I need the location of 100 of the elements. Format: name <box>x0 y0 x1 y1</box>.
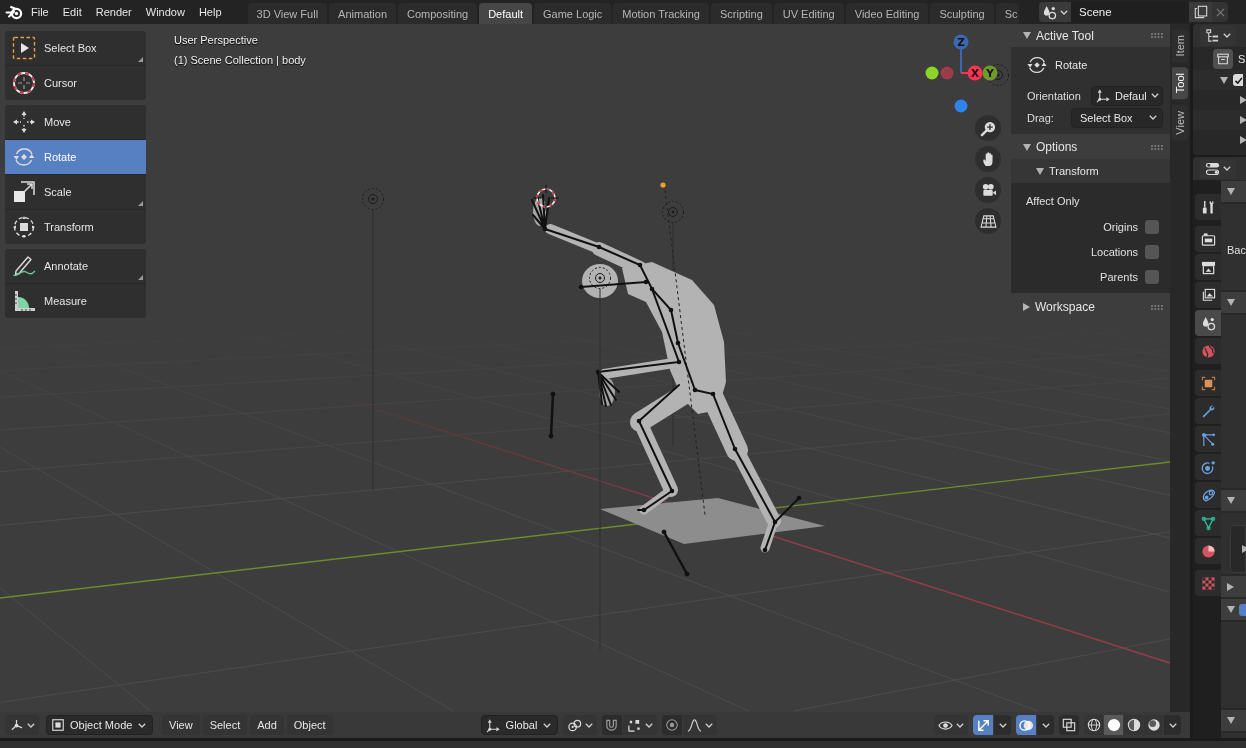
negative-z-axis-handle[interactable] <box>954 99 968 113</box>
workspace-tab[interactable]: Motion Tracking <box>613 3 709 24</box>
mode-dropdown[interactable]: Object Mode <box>46 715 153 735</box>
properties-tab[interactable] <box>1195 254 1221 280</box>
gizmo-options-dropdown[interactable] <box>994 715 1011 735</box>
scene-type-button[interactable] <box>1039 2 1071 22</box>
shading-button[interactable] <box>1104 715 1123 735</box>
sidebar-tab[interactable]: View <box>1172 104 1188 141</box>
tool-button[interactable]: Transform <box>5 210 146 244</box>
rotate-icon <box>12 145 36 169</box>
panel-header[interactable] <box>1221 181 1246 202</box>
panel-header[interactable] <box>1221 576 1246 597</box>
subpanel-header[interactable]: Transform <box>1011 159 1170 183</box>
tool-button[interactable]: Move <box>5 105 146 139</box>
workspace-tab[interactable]: Video Editing <box>845 3 929 24</box>
xray-toggle[interactable] <box>1059 715 1079 735</box>
negative-y-axis-handle[interactable] <box>925 66 939 80</box>
workspace-tab[interactable]: Compositing <box>398 3 478 24</box>
editor-type-button[interactable] <box>5 715 39 735</box>
workspace-tab[interactable]: Scripting <box>710 3 772 24</box>
editor-type-button[interactable] <box>1200 158 1236 179</box>
subpanel-box[interactable] <box>1230 525 1246 573</box>
menu-item[interactable]: Edit <box>55 3 89 21</box>
workspace-tab[interactable]: UV Editing <box>773 3 844 24</box>
overlay-options-dropdown[interactable] <box>1037 715 1054 735</box>
outliner-row[interactable] <box>1193 70 1246 90</box>
workspace-tab[interactable]: Sc <box>995 3 1020 24</box>
wireframe-sphere-icon <box>1086 718 1101 732</box>
tool-button[interactable]: Scale <box>5 175 146 209</box>
screwdriver-wrench-icon <box>1200 199 1216 215</box>
caret-icon <box>1223 33 1231 38</box>
snap-target-dropdown[interactable] <box>622 715 657 735</box>
linked-rings-icon <box>566 717 582 733</box>
tool-button[interactable]: Annotate <box>5 249 146 283</box>
pan-button[interactable] <box>975 146 1001 172</box>
panel-header[interactable] <box>1221 710 1246 731</box>
camera-view-button[interactable] <box>975 177 1001 203</box>
snap-toggle[interactable] <box>601 715 622 735</box>
properties-tab[interactable] <box>1195 426 1221 452</box>
panel-header[interactable] <box>1221 599 1246 620</box>
sidebar-tab[interactable]: Item <box>1172 29 1188 63</box>
display-mode-dropdown[interactable] <box>1200 25 1236 46</box>
properties-tab[interactable] <box>1195 194 1221 220</box>
workspace-tab[interactable]: Default <box>479 3 532 24</box>
shading-options-dropdown[interactable] <box>1164 715 1181 735</box>
sidebar-tab[interactable]: Tool <box>1172 67 1188 100</box>
workspace-tab[interactable]: Sculpting <box>930 3 994 24</box>
workspace-tab[interactable]: 3D View Full <box>247 3 328 24</box>
menu-item[interactable]: File <box>24 3 56 21</box>
menu-item[interactable]: Help <box>191 3 229 21</box>
overlay-toggle[interactable] <box>1016 715 1036 735</box>
grip-icon <box>1151 144 1163 150</box>
projection-button[interactable] <box>975 208 1001 234</box>
properties-tab[interactable] <box>1195 510 1221 536</box>
checkbox[interactable] <box>1145 244 1159 259</box>
properties-tab[interactable] <box>1195 482 1221 508</box>
workspace-tab[interactable]: Animation <box>329 3 396 24</box>
gizmo-toggle[interactable] <box>973 715 993 735</box>
shading-button[interactable] <box>1124 715 1143 735</box>
caret-icon <box>1150 93 1159 98</box>
menu-item[interactable]: Select <box>202 715 248 735</box>
properties-tab[interactable] <box>1195 370 1221 396</box>
menu-item[interactable]: Render <box>88 3 139 21</box>
visibility-dropdown[interactable] <box>934 715 968 735</box>
properties-tab[interactable] <box>1195 226 1221 252</box>
properties-tab[interactable] <box>1195 454 1221 480</box>
workspace-tab[interactable]: Game Logic <box>534 3 612 24</box>
negative-x-axis-handle[interactable] <box>940 66 954 80</box>
copy-scene-button[interactable] <box>1189 2 1212 22</box>
properties-tab[interactable] <box>1195 282 1221 308</box>
drag-dropdown[interactable]: Select Box <box>1071 107 1163 128</box>
shading-button[interactable] <box>1084 715 1103 735</box>
tool-button[interactable]: Cursor <box>5 66 146 100</box>
properties-tab[interactable] <box>1195 538 1221 564</box>
active-tool-name: Rotate <box>1055 59 1088 71</box>
panel-header[interactable] <box>1221 292 1246 313</box>
panel-header[interactable] <box>1221 490 1246 511</box>
checkbox[interactable] <box>1233 74 1243 86</box>
menu-item[interactable]: Window <box>138 3 192 21</box>
y-axis-handle[interactable]: Y <box>982 65 998 81</box>
menu-item[interactable]: Add <box>250 715 284 735</box>
proportional-editing-toggle[interactable] <box>661 715 682 735</box>
menu-item[interactable]: View <box>162 715 200 735</box>
tool-button[interactable]: Measure <box>5 284 146 318</box>
tool-button[interactable]: Select Box <box>5 31 146 65</box>
checkbox[interactable] <box>1145 219 1159 234</box>
properties-tab[interactable] <box>1195 310 1221 336</box>
scene-name-field[interactable]: Scene <box>1071 2 1189 22</box>
zoom-button[interactable] <box>975 115 1001 141</box>
falloff-dropdown[interactable] <box>682 715 717 735</box>
orientation-dropdown[interactable]: Defaul <box>1091 85 1163 106</box>
shading-button[interactable] <box>1144 715 1163 735</box>
checker-icon <box>1200 575 1216 591</box>
pivot-dropdown[interactable] <box>562 715 597 735</box>
orientation-dropdown[interactable]: Global <box>480 715 558 735</box>
menu-item[interactable]: Object <box>286 715 333 735</box>
bone <box>548 391 556 439</box>
checkbox[interactable] <box>1145 269 1159 284</box>
tool-button[interactable]: Rotate <box>5 140 146 174</box>
outliner-row[interactable] <box>1193 110 1246 130</box>
